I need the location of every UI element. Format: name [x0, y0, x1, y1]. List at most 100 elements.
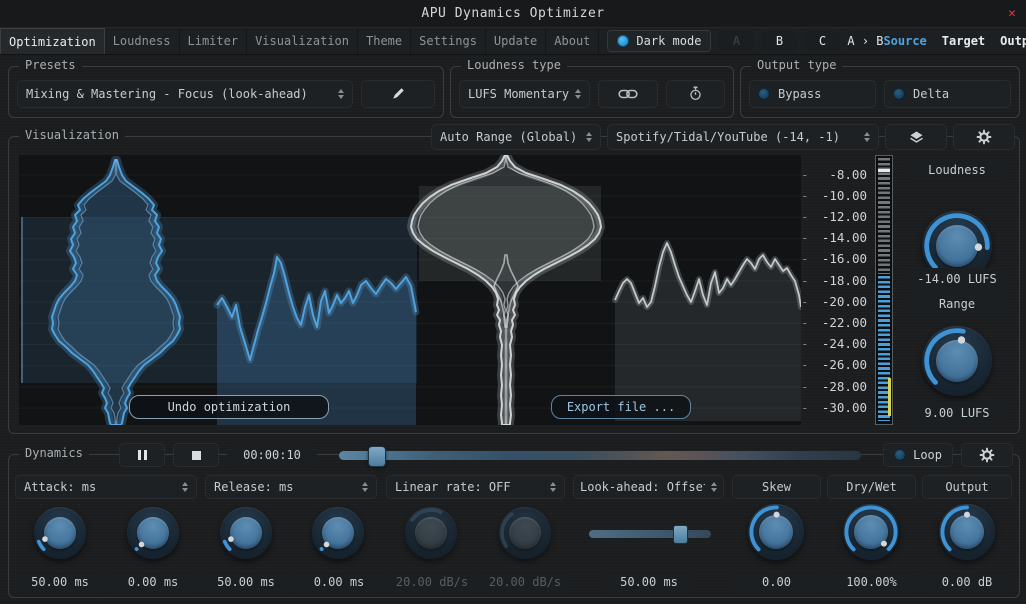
look-ahead-dropdown[interactable]: Look-ahead: Offset — [573, 475, 724, 499]
spinner-icon — [332, 89, 344, 99]
bypass-radio-icon — [758, 88, 770, 100]
target-preset-dropdown[interactable]: Spotify/Tidal/YouTube (-14, -1) — [607, 124, 879, 150]
linear-rate-up-value[interactable]: 20.00 dB/s — [387, 571, 477, 593]
look-ahead-slider[interactable] — [589, 525, 711, 543]
spinner-icon — [580, 132, 592, 142]
range-target-knob[interactable] — [920, 324, 994, 398]
release-time-value[interactable]: 50.00 ms — [201, 571, 291, 593]
transport-slider[interactable] — [339, 444, 861, 466]
range-mode-dropdown[interactable]: Auto Range (Global) — [431, 124, 601, 150]
attack-time-knob[interactable] — [32, 505, 88, 561]
linear-rate-down-value[interactable]: 20.00 dB/s — [480, 571, 570, 593]
attack-alt-knob[interactable] — [125, 505, 181, 561]
meter-yellow-marker — [888, 378, 891, 416]
loudness-target-label: Loudness — [907, 159, 1007, 181]
loudness-meter — [875, 155, 893, 425]
delta-toggle[interactable]: Delta — [884, 80, 1011, 108]
transport-controls: 00:00:10 Loop — [119, 443, 1013, 467]
spinner-icon — [858, 132, 870, 142]
loudness-type-dropdown[interactable]: LUFS Momentary — [459, 80, 590, 108]
link-channels-button[interactable] — [598, 80, 657, 108]
range-target-value[interactable]: 9.00 LUFS — [907, 402, 1007, 424]
export-file-button[interactable]: Export file ... — [551, 395, 691, 419]
output-gain-knob[interactable] — [937, 502, 997, 562]
output-header: Output — [922, 475, 1012, 499]
preset-c-button[interactable]: C — [804, 31, 840, 51]
pause-button[interactable] — [119, 443, 165, 467]
axis-label: --28.00 — [801, 379, 867, 395]
preset-b-button[interactable]: B — [761, 31, 797, 51]
delta-label: Delta — [913, 87, 949, 101]
linear-rate-dropdown[interactable]: Linear rate: OFF — [386, 475, 565, 499]
look-ahead-value[interactable]: 50.00 ms — [604, 571, 694, 593]
loudness-type-group: Loudness type LUFS Momentary — [450, 66, 734, 118]
axis-label: --16.00 — [801, 251, 867, 267]
visualization-settings-button[interactable] — [953, 124, 1015, 150]
dynamics-group-label: Dynamics — [19, 446, 89, 460]
dry-wet-value[interactable]: 100.00% — [827, 571, 916, 593]
preset-value: Mixing & Mastering - Focus (look-ahead) — [26, 87, 308, 101]
attack-mode-dropdown[interactable]: Attack: ms — [15, 475, 197, 499]
edit-preset-button[interactable] — [361, 80, 435, 108]
look-ahead-track[interactable] — [589, 530, 711, 538]
bypass-toggle[interactable]: Bypass — [749, 80, 876, 108]
release-alt-value[interactable]: 0.00 ms — [294, 571, 384, 593]
gear-icon — [976, 129, 992, 145]
attack-alt-value[interactable]: 0.00 ms — [108, 571, 198, 593]
axis-label: --26.00 — [801, 357, 867, 373]
signal-source-button[interactable]: Source — [883, 34, 926, 48]
range-target-label: Range — [907, 293, 1007, 315]
transport-track[interactable] — [339, 451, 861, 460]
linear-rate-up-knob[interactable] — [403, 505, 459, 561]
visualization-header: Auto Range (Global) Spotify/Tidal/YouTub… — [431, 124, 1015, 150]
loudness-target-value[interactable]: -14.00 LUFS — [907, 268, 1007, 290]
axis-label: --8.00 — [801, 167, 867, 183]
range-mode-value: Auto Range (Global) — [440, 130, 577, 144]
signal-target-button[interactable]: Target — [942, 34, 985, 48]
axis-label: --24.00 — [801, 336, 867, 352]
close-icon[interactable]: ✕ — [1008, 6, 1016, 21]
release-time-knob[interactable] — [218, 505, 274, 561]
transport-thumb[interactable] — [368, 446, 386, 467]
axis-label: --22.00 — [801, 315, 867, 331]
undo-optimization-button[interactable]: Undo optimization — [129, 395, 329, 419]
layers-button[interactable] — [885, 124, 947, 150]
stop-button[interactable] — [173, 443, 219, 467]
skew-value[interactable]: 0.00 — [732, 571, 821, 593]
tab-settings[interactable]: Settings — [411, 28, 486, 54]
preset-a-button[interactable]: A — [718, 31, 754, 51]
integration-time-button[interactable] — [666, 80, 725, 108]
menu-bar: OptimizationLoudnessLimiterVisualization… — [0, 27, 1026, 55]
output-gain-value[interactable]: 0.00 dB — [922, 571, 1012, 593]
visualization-group: Visualization Auto Range (Global) Spotif… — [8, 136, 1020, 434]
preset-dropdown[interactable]: Mixing & Mastering - Focus (look-ahead) — [17, 80, 353, 108]
look-ahead-thumb[interactable] — [673, 525, 688, 544]
attack-time-value[interactable]: 50.00 ms — [15, 571, 105, 593]
spinner-icon — [569, 89, 581, 99]
dry-wet-knob[interactable] — [841, 502, 901, 562]
tab-limiter[interactable]: Limiter — [180, 28, 248, 54]
tab-theme[interactable]: Theme — [358, 28, 411, 54]
tab-optimization[interactable]: Optimization — [0, 28, 105, 54]
dark-mode-toggle[interactable]: Dark mode — [607, 30, 711, 52]
pencil-icon — [391, 86, 406, 101]
release-alt-knob[interactable] — [310, 505, 366, 561]
axis-label: --18.00 — [801, 273, 867, 289]
skew-knob[interactable] — [746, 502, 806, 562]
tab-strip: OptimizationLoudnessLimiterVisualization… — [0, 28, 599, 54]
link-icon — [618, 88, 638, 100]
linear-rate-down-knob[interactable] — [497, 505, 553, 561]
tab-visualization[interactable]: Visualization — [247, 28, 358, 54]
copy-a-to-b-button[interactable]: A › B — [847, 31, 883, 51]
release-mode-dropdown[interactable]: Release: ms — [205, 475, 377, 499]
loudness-plot[interactable] — [19, 155, 801, 425]
loop-toggle[interactable]: Loop — [883, 443, 953, 467]
plugin-window: APU Dynamics Optimizer ✕ OptimizationLou… — [0, 0, 1026, 604]
tab-about[interactable]: About — [546, 28, 599, 54]
signal-output-button[interactable]: Output — [1000, 34, 1026, 48]
tab-loudness[interactable]: Loudness — [105, 28, 180, 54]
tab-update[interactable]: Update — [486, 28, 546, 54]
spinner-icon — [544, 482, 556, 492]
spinner-icon — [356, 482, 368, 492]
dynamics-settings-button[interactable] — [961, 443, 1013, 467]
